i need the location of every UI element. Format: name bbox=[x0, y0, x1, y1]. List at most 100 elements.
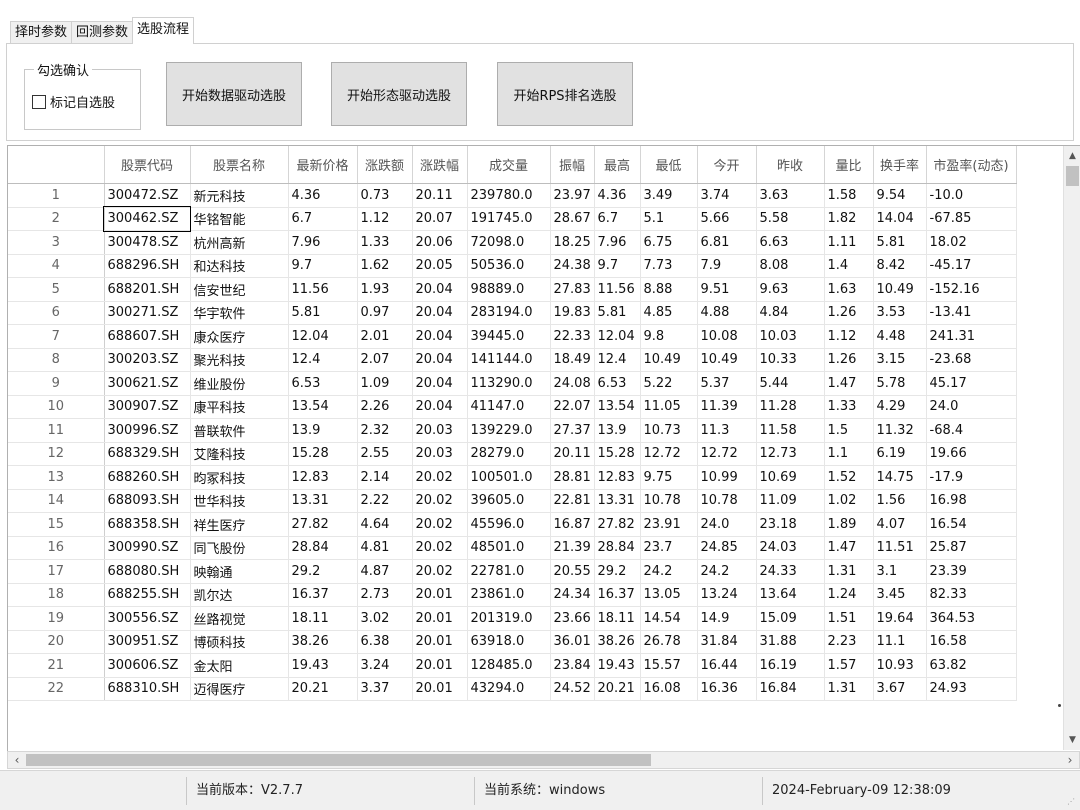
table-cell[interactable]: 24.38 bbox=[550, 254, 595, 278]
table-cell[interactable]: 3.02 bbox=[357, 606, 413, 631]
table-cell[interactable]: 4.07 bbox=[873, 512, 927, 537]
table-cell[interactable]: 20.21 bbox=[288, 677, 358, 701]
table-cell[interactable]: 1.51 bbox=[824, 606, 874, 631]
table-cell[interactable]: 48501.0 bbox=[467, 536, 551, 560]
column-header[interactable]: 股票代码 bbox=[104, 146, 191, 184]
table-cell[interactable]: 金太阳 bbox=[190, 653, 289, 678]
table-cell[interactable]: 300621.SZ bbox=[104, 371, 191, 396]
table-row[interactable]: 12 688329.SH 艾隆科技 15.28 2.55 20.03 28279.0 20.1… bbox=[8, 442, 1017, 466]
table-cell[interactable]: 19.43 bbox=[288, 653, 358, 678]
table-cell[interactable]: 11.39 bbox=[697, 395, 757, 419]
row-number-cell[interactable]: 13 bbox=[8, 465, 105, 490]
table-row[interactable]: 22 688310.SH 迈得医疗 20.21 3.37 20.01 43294.0 24.5… bbox=[8, 677, 1017, 701]
table-cell[interactable]: 19.64 bbox=[873, 606, 927, 631]
table-row[interactable]: 7 688607.SH 康众医疗 12.04 2.01 20.04 39445.0 22.33… bbox=[8, 324, 1017, 349]
table-cell[interactable]: 3.45 bbox=[873, 583, 927, 607]
table-cell[interactable]: 12.72 bbox=[640, 442, 698, 466]
table-cell[interactable]: 20.11 bbox=[550, 442, 595, 466]
table-cell[interactable]: 300203.SZ bbox=[104, 348, 191, 372]
table-cell[interactable]: 20.04 bbox=[412, 301, 468, 325]
table-cell[interactable]: 13.54 bbox=[594, 395, 641, 419]
table-cell[interactable]: 100501.0 bbox=[467, 465, 551, 490]
table-cell[interactable]: 241.31 bbox=[926, 324, 1017, 349]
table-cell[interactable]: 8.42 bbox=[873, 254, 927, 278]
table-cell[interactable]: 世华科技 bbox=[190, 489, 289, 513]
table-cell[interactable]: -10.0 bbox=[926, 183, 1017, 208]
table-cell[interactable]: 11.1 bbox=[873, 630, 927, 654]
table-cell[interactable]: 10.93 bbox=[873, 653, 927, 678]
table-cell[interactable]: 63918.0 bbox=[467, 630, 551, 654]
table-cell[interactable]: 普联软件 bbox=[190, 418, 289, 443]
table-cell[interactable]: 22.81 bbox=[550, 489, 595, 513]
table-cell[interactable]: 10.78 bbox=[640, 489, 698, 513]
table-cell[interactable]: 5.37 bbox=[697, 371, 757, 396]
table-cell[interactable]: 28.84 bbox=[594, 536, 641, 560]
table-cell[interactable]: 15.57 bbox=[640, 653, 698, 678]
table-cell[interactable]: 6.63 bbox=[756, 230, 825, 255]
table-cell[interactable]: 2.14 bbox=[357, 465, 413, 490]
table-cell[interactable]: 22.33 bbox=[550, 324, 595, 349]
table-cell[interactable]: 1.26 bbox=[824, 348, 874, 372]
table-cell[interactable]: 24.93 bbox=[926, 677, 1017, 701]
table-cell[interactable]: 1.1 bbox=[824, 442, 874, 466]
table-cell[interactable]: 300996.SZ bbox=[104, 418, 191, 443]
checkbox-box[interactable] bbox=[32, 94, 46, 109]
table-cell[interactable]: 10.49 bbox=[640, 348, 698, 372]
table-cell[interactable]: 688080.SH bbox=[104, 559, 191, 584]
table-cell[interactable]: 113290.0 bbox=[467, 371, 551, 396]
table-cell[interactable]: 29.2 bbox=[594, 559, 641, 584]
table-cell[interactable]: 1.4 bbox=[824, 254, 874, 278]
table-row[interactable]: 10 300907.SZ 康平科技 13.54 2.26 20.04 41147.0 22.0… bbox=[8, 395, 1017, 419]
table-cell[interactable]: 3.63 bbox=[756, 183, 825, 208]
table-cell[interactable]: 191745.0 bbox=[467, 207, 551, 231]
table-cell[interactable]: 16.58 bbox=[926, 630, 1017, 654]
table-cell[interactable]: 7.73 bbox=[640, 254, 698, 278]
table-row[interactable]: 9 300621.SZ 维业股份 6.53 1.09 20.04 113290.0 24.08… bbox=[8, 371, 1017, 396]
table-cell[interactable]: 1.31 bbox=[824, 677, 874, 701]
table-cell[interactable]: 23.7 bbox=[640, 536, 698, 560]
table-cell[interactable]: 2.23 bbox=[824, 630, 874, 654]
table-cell[interactable]: 20.02 bbox=[412, 489, 468, 513]
table-cell[interactable]: 11.56 bbox=[288, 277, 358, 302]
table-cell[interactable]: 6.38 bbox=[357, 630, 413, 654]
table-cell[interactable]: 13.31 bbox=[288, 489, 358, 513]
row-number-cell[interactable]: 15 bbox=[8, 512, 105, 537]
table-cell[interactable]: 24.08 bbox=[550, 371, 595, 396]
table-cell[interactable]: 10.49 bbox=[873, 277, 927, 302]
table-cell[interactable]: 18.25 bbox=[550, 230, 595, 255]
table-cell[interactable]: 13.24 bbox=[697, 583, 757, 607]
table-cell[interactable]: 1.52 bbox=[824, 465, 874, 490]
table-cell[interactable]: 38.26 bbox=[594, 630, 641, 654]
table-cell[interactable]: 283194.0 bbox=[467, 301, 551, 325]
table-cell[interactable]: 3.24 bbox=[357, 653, 413, 678]
table-cell[interactable]: 20.03 bbox=[412, 442, 468, 466]
row-number-cell[interactable]: 19 bbox=[8, 606, 105, 631]
table-cell[interactable]: 1.12 bbox=[357, 207, 413, 231]
table-cell[interactable]: 22.07 bbox=[550, 395, 595, 419]
table-cell[interactable]: 23.97 bbox=[550, 183, 595, 208]
table-cell[interactable]: 9.75 bbox=[640, 465, 698, 490]
table-cell[interactable]: 31.84 bbox=[697, 630, 757, 654]
table-cell[interactable]: 16.44 bbox=[697, 653, 757, 678]
table-cell[interactable]: 11.05 bbox=[640, 395, 698, 419]
table-cell[interactable]: 22781.0 bbox=[467, 559, 551, 584]
table-cell[interactable]: 4.36 bbox=[594, 183, 641, 208]
table-cell[interactable]: 23861.0 bbox=[467, 583, 551, 607]
table-cell[interactable]: 29.2 bbox=[288, 559, 358, 584]
table-cell[interactable]: 20.02 bbox=[412, 536, 468, 560]
table-cell[interactable]: 18.49 bbox=[550, 348, 595, 372]
mark-favorites-checkbox[interactable]: 标记自选股 bbox=[32, 92, 115, 111]
table-cell[interactable]: 20.02 bbox=[412, 465, 468, 490]
table-cell[interactable]: 6.53 bbox=[288, 371, 358, 396]
table-row[interactable]: 19 300556.SZ 丝路视觉 18.11 3.02 20.01 201319.0 23.… bbox=[8, 606, 1017, 631]
table-cell[interactable]: 23.66 bbox=[550, 606, 595, 631]
table-cell[interactable]: 9.54 bbox=[873, 183, 927, 208]
row-number-cell[interactable]: 10 bbox=[8, 395, 105, 419]
table-cell[interactable]: 1.33 bbox=[357, 230, 413, 255]
table-cell[interactable]: 364.53 bbox=[926, 606, 1017, 631]
table-cell[interactable]: 16.37 bbox=[288, 583, 358, 607]
table-cell[interactable]: 45596.0 bbox=[467, 512, 551, 537]
table-cell[interactable]: 141144.0 bbox=[467, 348, 551, 372]
table-cell[interactable]: 4.81 bbox=[357, 536, 413, 560]
row-number-cell[interactable]: 9 bbox=[8, 371, 105, 396]
